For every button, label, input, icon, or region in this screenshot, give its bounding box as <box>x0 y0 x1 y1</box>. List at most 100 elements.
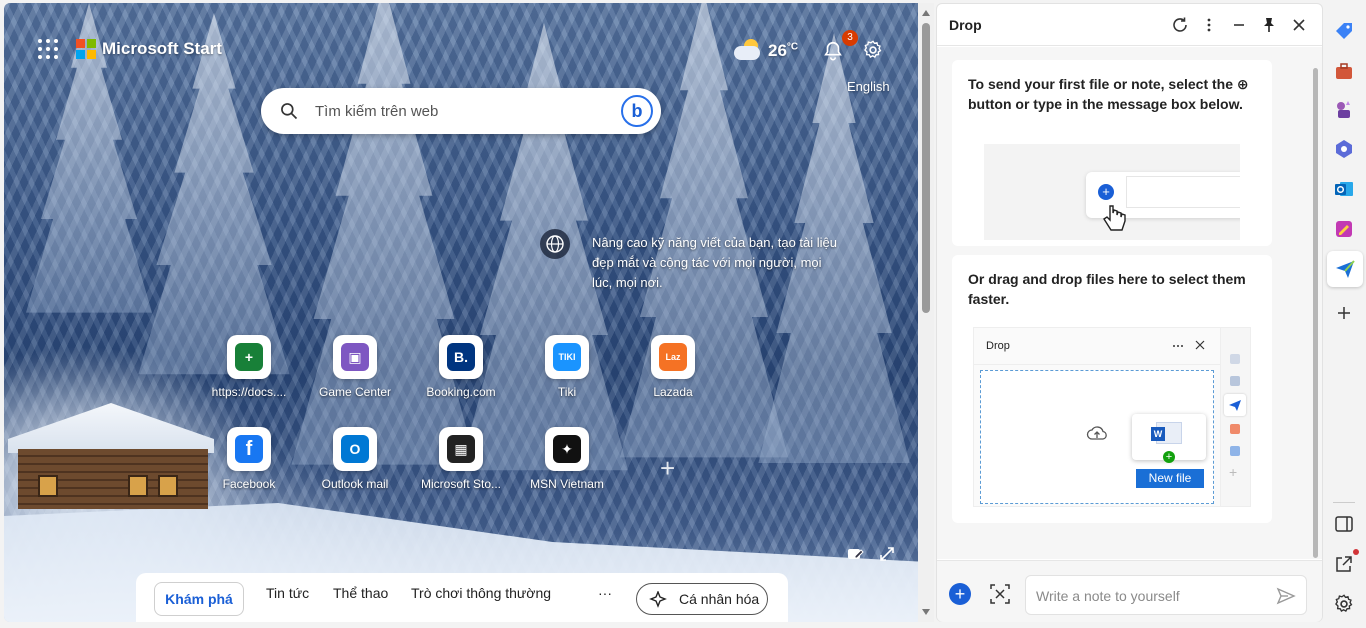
new-file-label: New file <box>1136 469 1204 488</box>
drop-header: Drop <box>937 4 1322 46</box>
quick-link-booking[interactable]: B. Booking.com <box>416 333 506 413</box>
pin-icon[interactable] <box>1259 15 1279 35</box>
mini-sidebar-icon <box>1230 376 1240 386</box>
send-icon[interactable] <box>1276 586 1296 606</box>
add-icon: + <box>1163 451 1175 463</box>
brand-title[interactable]: Microsoft Start <box>102 39 222 59</box>
bell-icon[interactable] <box>822 39 844 63</box>
tab-news[interactable]: Tin tức <box>266 585 309 601</box>
send-instructions: To send your first file or note, select … <box>968 76 1249 112</box>
cabin-illustration <box>8 403 214 515</box>
gamepad-icon: ▣ <box>341 343 369 371</box>
tab-casual-games[interactable]: Trò chơi thông thường <box>411 585 551 601</box>
quick-link-label: Facebook <box>222 477 276 491</box>
more-horizontal-icon <box>1173 345 1183 347</box>
drop-scrollbar[interactable] <box>1311 48 1321 558</box>
mini-sidebar-icon <box>1230 446 1240 456</box>
add-file-button[interactable]: + <box>949 583 971 605</box>
bing-chat-icon[interactable]: b <box>621 95 653 127</box>
add-icon[interactable] <box>1333 302 1355 324</box>
notification-badge: 3 <box>842 30 858 46</box>
quick-link-label: Lazada <box>653 385 693 399</box>
external-link-icon[interactable] <box>1333 553 1355 575</box>
quick-link-lazada[interactable]: Laz Lazada <box>628 333 718 413</box>
docs-icon: + <box>235 343 263 371</box>
designer-icon[interactable] <box>1333 218 1355 240</box>
outlook-icon[interactable] <box>1333 178 1355 200</box>
weather-temperature[interactable]: 26°C <box>768 41 798 61</box>
mini-sidebar-icon <box>1230 354 1240 364</box>
quick-links: + https://docs.... ▣ Game Center B. Book… <box>204 333 724 503</box>
facebook-icon: f <box>235 435 263 463</box>
language-link[interactable]: English <box>847 79 890 94</box>
temperature-unit: °C <box>786 41 799 53</box>
search-input[interactable] <box>315 98 605 124</box>
hand-cursor-icon <box>1103 205 1126 231</box>
store-icon: ▦ <box>447 435 475 463</box>
edit-background-icon[interactable] <box>846 545 864 563</box>
more-options-icon[interactable] <box>1199 15 1219 35</box>
quick-link-microsoft-store[interactable]: ▦ Microsoft Sto... <box>416 425 506 505</box>
tab-sports[interactable]: Thể thao <box>333 585 388 601</box>
note-input-box <box>1025 575 1307 615</box>
search-icon <box>281 103 298 120</box>
partly-cloudy-icon[interactable] <box>734 39 762 61</box>
close-icon[interactable] <box>1289 15 1309 35</box>
drop-sidebar-item[interactable] <box>1327 251 1363 287</box>
quick-link-label: https://docs.... <box>211 385 287 399</box>
quick-link-facebook[interactable]: f Facebook <box>204 425 294 505</box>
onboarding-card-drag: Or drag and drop files here to select th… <box>952 255 1272 523</box>
quick-link-label: Outlook mail <box>321 477 389 491</box>
outlook-icon: O <box>341 435 369 463</box>
minimize-icon[interactable] <box>1229 15 1249 35</box>
page-scrollbar[interactable] <box>918 3 934 622</box>
toolbox-icon[interactable] <box>1333 60 1355 82</box>
add-icon: + <box>1098 184 1114 200</box>
drop-icon <box>1336 260 1355 278</box>
scrollbar-thumb[interactable] <box>922 23 930 313</box>
tiki-icon: TIKI <box>553 343 581 371</box>
gear-icon[interactable] <box>1333 593 1355 615</box>
personalize-button[interactable]: Cá nhân hóa <box>636 583 768 615</box>
web-search-box: b <box>261 88 661 134</box>
drag-illustration: Drop W + New file + <box>973 327 1251 507</box>
scrollbar-thumb[interactable] <box>1313 68 1318 558</box>
quick-link-label: Tiki <box>557 385 577 399</box>
games-icon[interactable] <box>1333 98 1355 120</box>
globe-icon[interactable] <box>540 229 570 259</box>
refresh-icon[interactable] <box>1170 15 1190 35</box>
apps-launcher-icon[interactable] <box>38 39 58 59</box>
expand-icon[interactable] <box>878 545 896 563</box>
sidebar-divider <box>1333 502 1355 503</box>
screenshot-icon[interactable] <box>989 583 1011 605</box>
scroll-up-icon[interactable] <box>922 10 930 16</box>
add-shortcut-icon[interactable]: + <box>660 453 675 484</box>
quick-link-label: MSN Vietnam <box>530 477 604 491</box>
lazada-icon: Laz <box>659 343 687 371</box>
mini-sidebar-icon <box>1230 424 1240 434</box>
microsoft-logo-icon <box>76 39 96 59</box>
scroll-down-icon[interactable] <box>922 609 930 615</box>
top-bar: Microsoft Start 26°C 3 English <box>4 3 918 94</box>
quick-link-docs[interactable]: + https://docs.... <box>204 333 294 413</box>
quick-link-msn[interactable]: ✦ MSN Vietnam <box>522 425 612 505</box>
quick-link-outlook[interactable]: O Outlook mail <box>310 425 400 505</box>
promo-text[interactable]: Nâng cao kỹ năng viết của bạn, tạo tài l… <box>592 233 842 293</box>
booking-icon: B. <box>447 343 475 371</box>
mini-add-icon: + <box>1229 464 1238 480</box>
quick-link-tiki[interactable]: TIKI Tiki <box>522 333 612 413</box>
tab-explore[interactable]: Khám phá <box>154 582 244 616</box>
copilot-icon[interactable] <box>1333 138 1355 160</box>
note-input[interactable] <box>1036 586 1256 606</box>
tag-icon[interactable] <box>1333 20 1355 42</box>
notification-dot <box>1353 549 1359 555</box>
more-tabs-button[interactable]: ··· <box>598 585 612 601</box>
word-file-icon: W <box>1151 422 1182 444</box>
split-screen-icon[interactable] <box>1333 513 1355 535</box>
gear-icon[interactable] <box>862 39 884 61</box>
drop-content: To send your first file or note, select … <box>937 47 1322 559</box>
quick-link-game-center[interactable]: ▣ Game Center <box>310 333 400 413</box>
close-icon <box>1195 340 1205 350</box>
drop-panel: Drop To send your first file or note, se… <box>936 3 1323 622</box>
quick-link-label: Game Center <box>318 385 392 399</box>
